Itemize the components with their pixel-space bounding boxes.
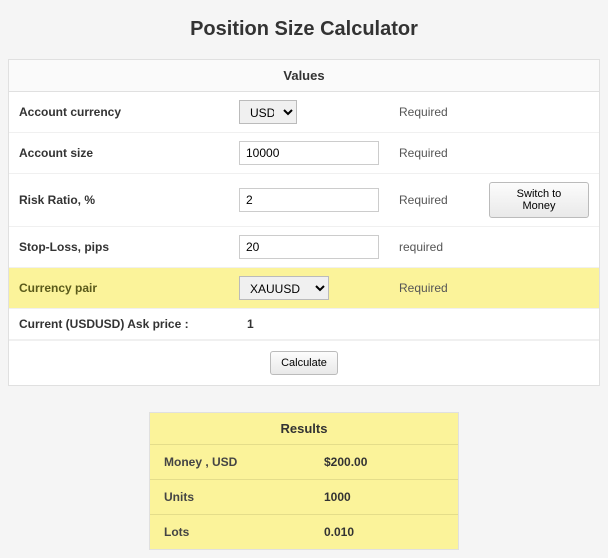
results-label-lots: Lots (164, 525, 324, 539)
results-row-lots: Lots 0.010 (150, 515, 458, 549)
label-account-currency: Account currency (19, 105, 239, 119)
required-text: Required (389, 105, 489, 119)
label-account-size: Account size (19, 146, 239, 160)
row-account-size: Account size Required (9, 133, 599, 174)
required-text: Required (389, 146, 489, 160)
label-currency-pair: Currency pair (19, 281, 239, 295)
label-ask-price: Current (USDUSD) Ask price : (19, 317, 239, 331)
input-risk-ratio[interactable] (239, 188, 379, 212)
required-text: Required (389, 281, 489, 295)
results-header: Results (150, 413, 458, 445)
value-ask-price: 1 (239, 317, 389, 331)
calculate-button[interactable]: Calculate (270, 351, 338, 375)
switch-to-money-button[interactable]: Switch to Money (489, 182, 589, 218)
select-currency-pair[interactable]: XAUUSD (239, 276, 329, 300)
input-stop-loss[interactable] (239, 235, 379, 259)
results-label-money: Money , USD (164, 455, 324, 469)
results-row-units: Units 1000 (150, 480, 458, 515)
values-header: Values (9, 60, 599, 92)
row-stop-loss: Stop-Loss, pips required (9, 227, 599, 268)
values-panel: Values Account currency USD Required Acc… (8, 59, 600, 386)
input-account-size[interactable] (239, 141, 379, 165)
results-label-units: Units (164, 490, 324, 504)
results-value-lots: 0.010 (324, 525, 354, 539)
results-value-units: 1000 (324, 490, 351, 504)
results-panel: Results Money , USD $200.00 Units 1000 L… (149, 412, 459, 550)
row-ask-price: Current (USDUSD) Ask price : 1 (9, 309, 599, 340)
results-row-money: Money , USD $200.00 (150, 445, 458, 480)
required-text: required (389, 240, 489, 254)
label-risk-ratio: Risk Ratio, % (19, 193, 239, 207)
required-text: Required (389, 193, 489, 207)
label-stop-loss: Stop-Loss, pips (19, 240, 239, 254)
row-currency-pair: Currency pair XAUUSD Required (9, 268, 599, 309)
results-value-money: $200.00 (324, 455, 367, 469)
row-account-currency: Account currency USD Required (9, 92, 599, 133)
row-risk-ratio: Risk Ratio, % Required Switch to Money (9, 174, 599, 227)
select-account-currency[interactable]: USD (239, 100, 297, 124)
calculate-row: Calculate (9, 340, 599, 385)
page-title: Position Size Calculator (8, 18, 600, 41)
